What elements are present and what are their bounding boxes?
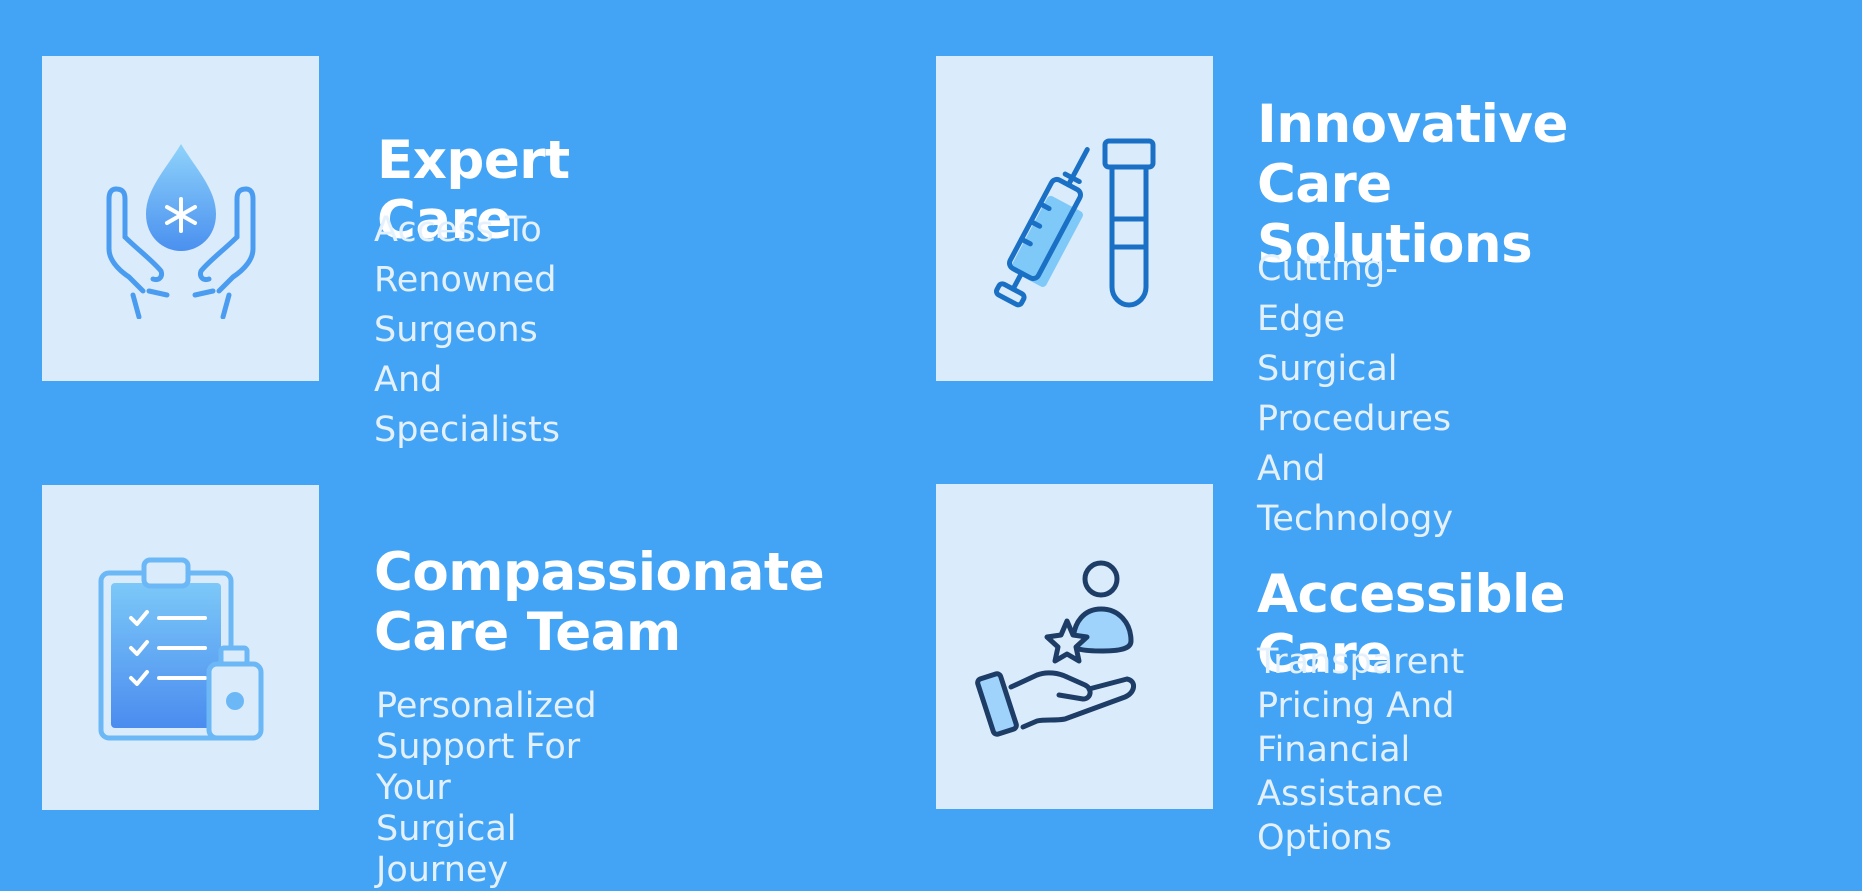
hands-blood-drop-icon: [106, 143, 255, 319]
feature-icon-box: [42, 56, 319, 381]
feature-description: Access To Renowned Surgeons And Speciali…: [374, 210, 561, 450]
feature-icon-box: [42, 485, 319, 810]
features-page: { "features": [ { "title": "Expert Care"…: [0, 0, 1862, 890]
feature-icon-box: [936, 56, 1213, 381]
feature-description: Personalized Support For Your Surgical J…: [376, 686, 597, 890]
feature-description: Transparent Pricing And Financial Assist…: [1257, 642, 1465, 858]
feature-icon-box: [936, 484, 1213, 809]
syringe-test-tube-icon: [993, 138, 1155, 307]
clipboard-medicine-bottle-icon: [98, 557, 263, 740]
hand-person-star-icon: [974, 560, 1136, 737]
feature-title: Compassionate Care Team: [374, 542, 825, 663]
feature-description: Cutting-Edge Surgical Procedures And Tec…: [1257, 249, 1454, 539]
